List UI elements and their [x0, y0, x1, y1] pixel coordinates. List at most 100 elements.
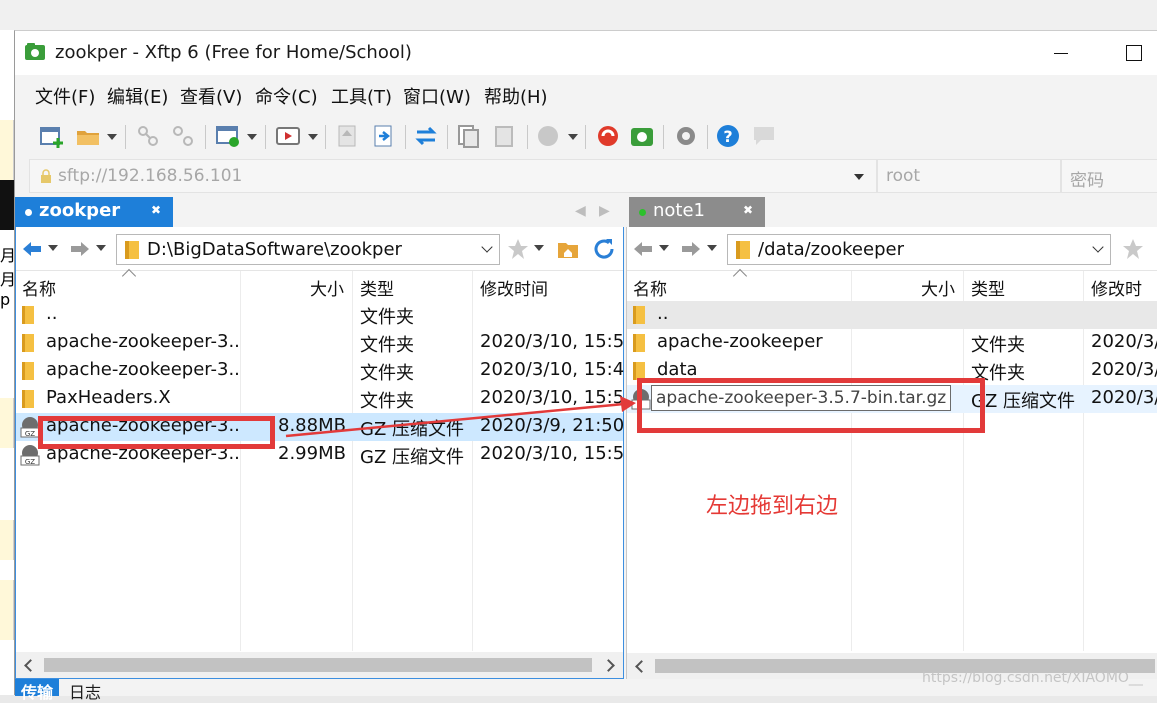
paste-icon[interactable]: [491, 123, 517, 149]
username-input[interactable]: root: [877, 159, 1061, 193]
xftp-window: zookper - Xftp 6 (Free for Home/School) …: [14, 30, 1157, 702]
tab-log[interactable]: 日志: [63, 679, 107, 702]
close-icon[interactable]: ✖: [743, 203, 753, 217]
column-size[interactable]: 大小: [921, 275, 955, 300]
file-type: 文件夹: [360, 335, 414, 356]
list-item[interactable]: PaxHeaders.X 文件夹 2020/3/10, 15:53: [16, 385, 624, 413]
toolbar-divider: [265, 125, 266, 149]
gear-icon[interactable]: [673, 123, 699, 149]
column-type[interactable]: 类型: [360, 275, 394, 300]
folder-icon: [22, 390, 34, 408]
chevron-down-icon[interactable]: [568, 134, 578, 140]
password-input[interactable]: 密码: [1061, 159, 1157, 193]
status-icon[interactable]: [535, 123, 561, 149]
menu-command[interactable]: 命令(C): [255, 83, 318, 109]
chat-icon[interactable]: [751, 123, 777, 149]
scroll-thumb[interactable]: [44, 658, 592, 672]
column-name[interactable]: 名称: [633, 275, 667, 300]
svg-text:GZ: GZ: [25, 430, 35, 438]
toolbar-divider: [527, 125, 528, 149]
folder-icon: [633, 334, 645, 352]
copy-icon[interactable]: [455, 123, 481, 149]
minimize-button[interactable]: [1040, 41, 1080, 65]
star-icon[interactable]: [506, 237, 530, 261]
help-icon[interactable]: ?: [715, 123, 741, 149]
local-path-input[interactable]: D:\BigDataSoftware\zookper: [116, 234, 500, 265]
list-item[interactable]: apache-zookeeper-3... 文件夹 2020/3/10, 15:…: [16, 329, 624, 357]
chevron-down-icon[interactable]: [534, 245, 544, 251]
local-horizontal-scrollbar[interactable]: [16, 652, 623, 678]
menu-file[interactable]: 文件(F): [35, 83, 95, 109]
local-nav-row: D:\BigDataSoftware\zookper: [16, 227, 623, 271]
sync-icon[interactable]: [413, 123, 439, 149]
chevron-down-icon[interactable]: [1092, 241, 1104, 253]
chevron-down-icon[interactable]: [481, 241, 493, 253]
scroll-left-icon[interactable]: [24, 659, 37, 672]
chevron-down-icon[interactable]: [308, 134, 318, 140]
home-folder-icon[interactable]: [556, 237, 580, 261]
column-modified[interactable]: 修改时间: [480, 275, 548, 300]
desktop-background-top: [0, 0, 1157, 30]
toolbar-divider: [205, 125, 206, 149]
new-window-icon[interactable]: [215, 123, 241, 149]
xftp-icon[interactable]: [629, 123, 655, 149]
chevron-down-icon[interactable]: [107, 134, 117, 140]
forward-arrow-icon[interactable]: [679, 237, 703, 261]
chevron-down-icon[interactable]: [48, 245, 58, 251]
play-icon[interactable]: [275, 123, 301, 149]
chevron-down-icon[interactable]: [707, 245, 717, 251]
tab-scroll-left-icon[interactable]: ◀: [575, 203, 586, 219]
list-item[interactable]: ..: [627, 301, 1157, 329]
tab-transfers[interactable]: 传输: [15, 679, 60, 702]
back-arrow-icon[interactable]: [20, 237, 44, 261]
maximize-button[interactable]: [1118, 41, 1157, 65]
column-size[interactable]: 大小: [310, 275, 344, 300]
chevron-down-icon[interactable]: [854, 174, 864, 180]
file-type: 文件夹: [360, 363, 414, 384]
back-arrow-icon[interactable]: [631, 237, 655, 261]
target-highlight-box: [637, 378, 985, 433]
svg-text:?: ?: [723, 127, 732, 146]
toolbar-divider: [125, 125, 126, 149]
chevron-down-icon[interactable]: [96, 245, 106, 251]
close-icon[interactable]: ✖: [151, 203, 161, 217]
toolbar-divider: [707, 125, 708, 149]
download-icon[interactable]: [371, 123, 397, 149]
file-size: 2.99MB: [278, 443, 346, 464]
list-item[interactable]: apache-zookeeper 文件夹 2020/3/: [627, 329, 1157, 357]
forward-arrow-icon[interactable]: [68, 237, 92, 261]
host-input[interactable]: sftp://192.168.56.101: [29, 159, 877, 193]
file-type: 文件夹: [971, 335, 1025, 356]
upload-icon[interactable]: [335, 123, 361, 149]
tab-remote-note1[interactable]: note1 ✖: [629, 197, 765, 227]
column-type[interactable]: 类型: [971, 275, 1005, 300]
column-name[interactable]: 名称: [22, 275, 56, 300]
toolbar: ?: [15, 115, 1157, 157]
star-icon[interactable]: [1121, 237, 1145, 261]
menu-edit[interactable]: 编辑(E): [107, 83, 168, 109]
folder-icon: [22, 334, 34, 352]
scroll-right-icon[interactable]: [602, 659, 615, 672]
open-folder-icon[interactable]: [75, 123, 101, 149]
menu-view[interactable]: 查看(V): [180, 83, 242, 109]
refresh-icon[interactable]: [592, 237, 616, 261]
tab-scroll-right-icon[interactable]: ▶: [599, 203, 610, 219]
tab-local-zookper[interactable]: zookper ✖: [15, 197, 173, 227]
connect-icon[interactable]: [135, 123, 161, 149]
remote-nav-row: /data/zookeeper: [627, 227, 1157, 271]
menu-tools[interactable]: 工具(T): [331, 83, 392, 109]
remote-path-input[interactable]: /data/zookeeper: [727, 234, 1111, 265]
list-item[interactable]: .. 文件夹: [16, 301, 623, 329]
chevron-down-icon[interactable]: [659, 245, 669, 251]
chevron-down-icon[interactable]: [247, 134, 257, 140]
scroll-left-icon[interactable]: [635, 660, 648, 673]
new-session-icon[interactable]: [39, 123, 65, 149]
tab-label: zookper: [39, 200, 121, 221]
menu-window[interactable]: 窗口(W): [403, 83, 471, 109]
list-item[interactable]: apache-zookeeper-3... 文件夹 2020/3/10, 15:…: [16, 357, 624, 385]
xshell-icon[interactable]: [595, 123, 621, 149]
toolbar-divider: [405, 125, 406, 149]
disconnect-icon[interactable]: [170, 123, 196, 149]
menu-help[interactable]: 帮助(H): [484, 83, 548, 109]
local-column-header: 名称 大小 类型 修改时间: [16, 268, 623, 301]
